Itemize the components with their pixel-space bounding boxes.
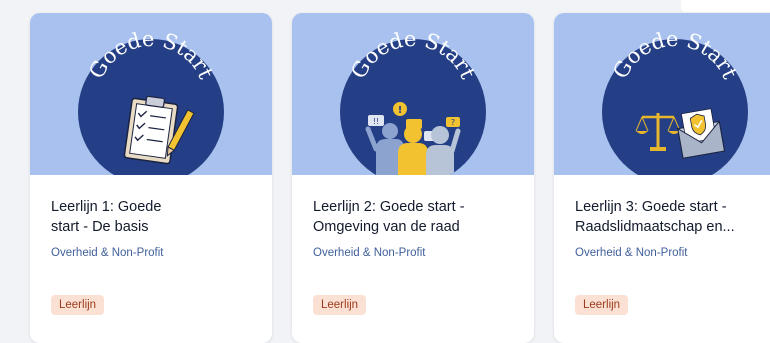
course-type-badge: Leerlijn [313,295,367,315]
svg-text:!!: !! [373,117,379,126]
course-card-1[interactable]: Goede Start Leerlijn 1: Goede start - De [30,13,272,343]
course-type-badge: Leerlijn [575,295,629,315]
svg-text:!: ! [398,105,403,116]
course-thumbnail: Goede Start [30,13,272,175]
course-card-2[interactable]: Goede Start !! ! ? Leerlijn 2: Goede sta… [292,13,534,343]
course-title[interactable]: Leerlijn 2: Goede start - Omgeving van d… [313,197,518,237]
course-thumbnail: Goede Start [554,13,770,175]
course-category: Overheid & Non-Profit [313,247,426,259]
course-category: Overheid & Non-Profit [575,247,688,259]
course-title[interactable]: Leerlijn 1: Goede start - De basis [51,197,256,237]
course-type-badge: Leerlijn [51,295,105,315]
course-title[interactable]: Leerlijn 3: Goede start - Raadslidmaatsc… [575,197,770,237]
course-thumbnail: Goede Start !! ! ? [292,13,534,175]
top-right-panel [681,0,770,12]
svg-text:?: ? [451,118,455,127]
course-card-3[interactable]: Goede Start Leerlijn 3: Goede start - Ra… [554,13,770,343]
course-category: Overheid & Non-Profit [51,247,164,259]
